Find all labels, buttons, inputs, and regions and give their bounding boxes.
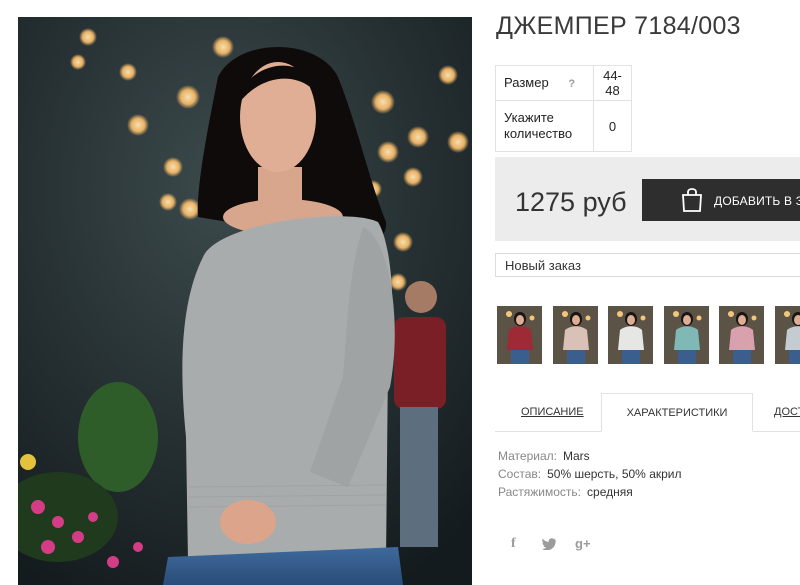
facebook-icon[interactable]: f bbox=[511, 536, 516, 552]
thumbnail-4[interactable] bbox=[663, 306, 709, 364]
add-to-cart-button[interactable]: ДОБАВИТЬ В ЗА bbox=[642, 179, 800, 221]
spec-material: Материал: Mars bbox=[498, 447, 682, 465]
size-row: Размер ? 44-48 bbox=[495, 65, 632, 101]
product-main-photo[interactable] bbox=[18, 17, 472, 585]
thumbnail-1[interactable] bbox=[497, 306, 542, 364]
add-to-cart-label: ДОБАВИТЬ В ЗА bbox=[714, 194, 800, 208]
spec-composition: Состав: 50% шерсть, 50% акрил bbox=[498, 465, 682, 483]
spec-material-value: Mars bbox=[562, 449, 590, 463]
size-label: Размер bbox=[504, 74, 549, 90]
tab-delivery[interactable]: ДОСТ bbox=[774, 393, 800, 431]
google-plus-icon[interactable]: g+ bbox=[575, 536, 591, 551]
order-select[interactable]: Новый заказ bbox=[495, 253, 800, 277]
size-value[interactable]: 44-48 bbox=[593, 65, 632, 101]
spec-stretch-label: Растяжимость: bbox=[498, 485, 582, 499]
quantity-input[interactable]: 0 bbox=[593, 100, 632, 152]
size-label-cell: Размер ? bbox=[495, 65, 594, 101]
thumbnail-5[interactable] bbox=[719, 306, 764, 364]
product-specs: Материал: Mars Состав: 50% шерсть, 50% акр… bbox=[498, 447, 682, 501]
twitter-icon[interactable] bbox=[542, 538, 556, 553]
spec-stretch-value: средняя bbox=[587, 485, 633, 499]
tab-characteristics[interactable]: ХАРАКТЕРИСТИКИ bbox=[601, 393, 753, 432]
spec-stretch: Растяжимость: средняя bbox=[498, 483, 682, 501]
spec-composition-value: 50% шерсть, 50% акрил bbox=[547, 467, 682, 481]
product-thumbnails bbox=[497, 306, 800, 364]
product-params-table: Размер ? 44-48 Укажите количество 0 bbox=[495, 65, 632, 152]
spec-material-label: Материал: bbox=[498, 449, 557, 463]
quantity-label: Укажите количество bbox=[495, 100, 594, 152]
product-title: ДЖЕМПЕР 7184/003 bbox=[496, 12, 741, 40]
buy-box: 1275 руб ДОБАВИТЬ В ЗА bbox=[495, 157, 800, 241]
quantity-row: Укажите количество 0 bbox=[495, 100, 632, 152]
shopping-bag-icon bbox=[680, 187, 704, 218]
thumbnail-6[interactable] bbox=[774, 306, 800, 364]
product-price: 1275 руб bbox=[515, 187, 627, 217]
size-help-icon[interactable]: ? bbox=[568, 78, 575, 90]
thumbnail-2[interactable] bbox=[552, 306, 598, 364]
spec-composition-label: Состав: bbox=[498, 467, 542, 481]
tab-description[interactable]: ОПИСАНИЕ bbox=[521, 393, 584, 431]
thumbnail-3[interactable] bbox=[608, 306, 653, 364]
